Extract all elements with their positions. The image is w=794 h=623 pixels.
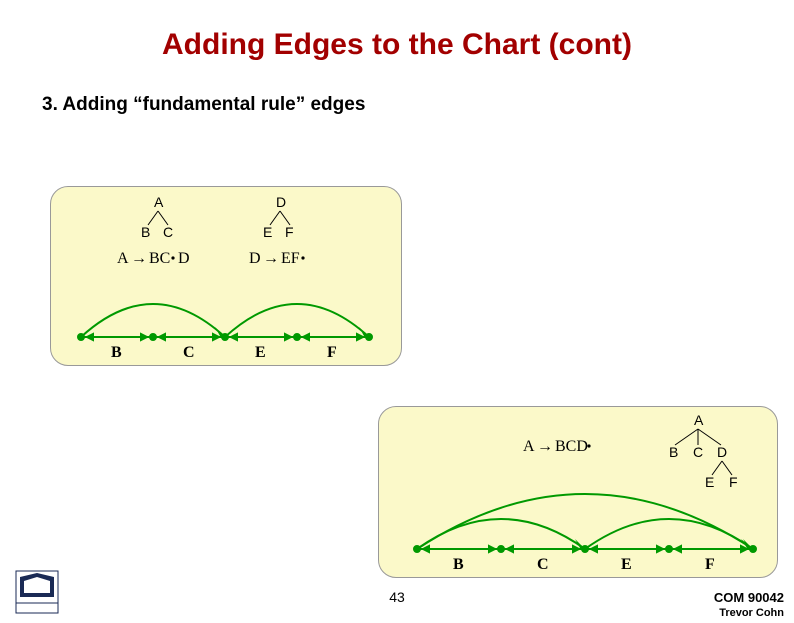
tree-child-E: E [705,474,714,490]
node-label-B: B [453,556,464,573]
rule-rhs-before: BCD [555,438,588,455]
tree2-child-F: F [285,224,294,240]
diagram-panel-1: A B C D E F A → BC D D → EF [50,186,402,366]
tree-child-C: C [693,444,703,460]
tree-child-B: B [669,444,678,460]
node-label-C: C [183,344,195,361]
tree1-root: A [154,194,164,210]
node-label-E: E [255,344,266,361]
node-label-C: C [537,556,549,573]
rule2-lhs: D [249,250,261,267]
tree2-root: D [276,194,286,210]
slide-number: 43 [389,589,405,605]
dot-icon [301,256,304,259]
rule-lhs: A [523,438,535,455]
node-label-F: F [705,556,715,573]
tree-child-D: D [717,444,727,460]
author-name: Trevor Cohn [719,607,784,619]
dot-icon [171,256,174,259]
rule1-rhs-before: BC [149,250,170,267]
node-label-B: B [111,344,122,361]
rule1-rhs-after: D [178,250,190,267]
tree2-child-E: E [263,224,272,240]
tree-child-F: F [729,474,738,490]
slide-title: Adding Edges to the Chart (cont) [0,28,794,62]
tree1-child-B: B [141,224,150,240]
arrow-icon: → [263,250,279,267]
tree-root-A: A [694,412,704,428]
section-heading: 3. Adding “fundamental rule” edges [42,94,794,116]
rule2-rhs-before: EF [281,250,300,267]
course-code: COM 90042 [714,590,784,605]
rule1-lhs: A [117,250,129,267]
arrow-icon: → [537,438,553,455]
node-label-F: F [327,344,337,361]
dot-icon [587,444,590,447]
university-logo [14,569,60,615]
tree1-child-C: C [163,224,173,240]
node-label-E: E [621,556,632,573]
diagram-panel-2: A B C D E F A → BCD [378,406,778,578]
arrow-icon: → [131,250,147,267]
